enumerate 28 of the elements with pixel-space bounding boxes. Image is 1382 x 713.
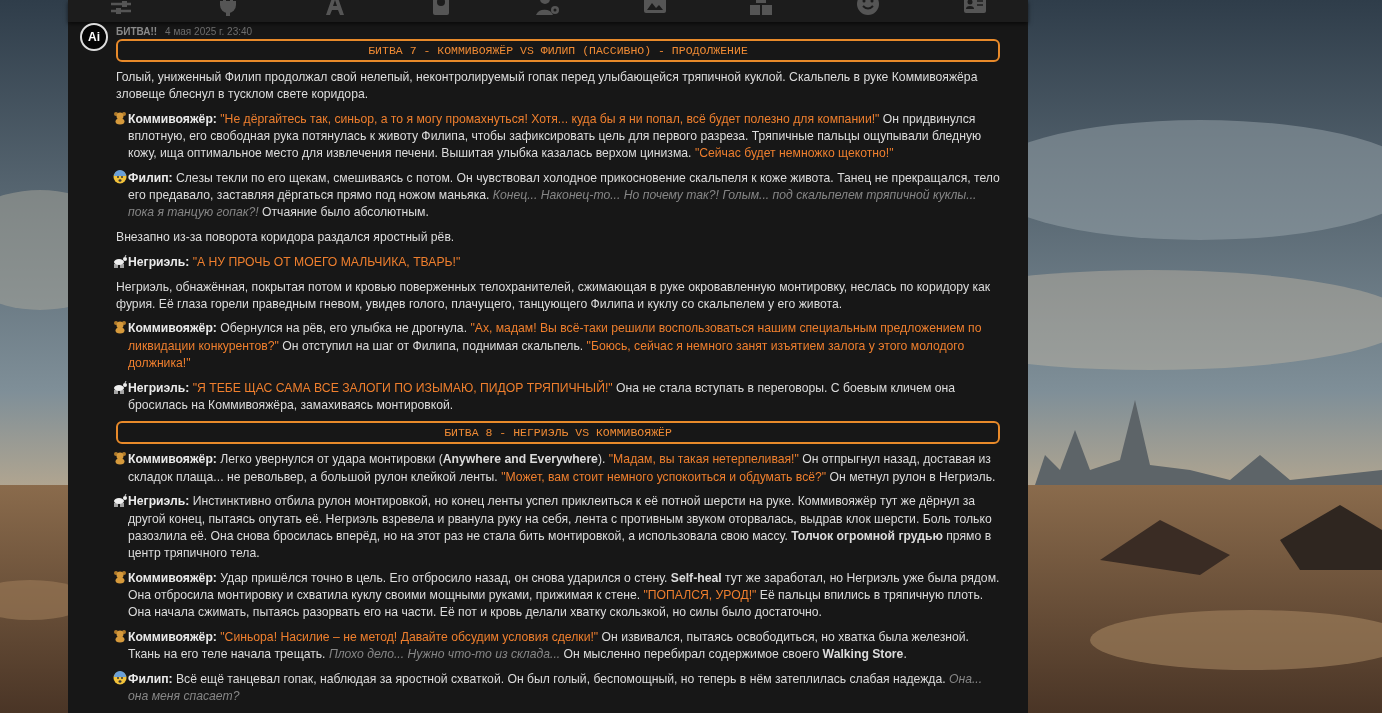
narration-text: Внезапно из-за поворота коридора раздался яростный рёв. — [116, 230, 455, 245]
scared-face-icon — [113, 670, 127, 685]
teddy-bear-icon — [113, 628, 127, 643]
avatar[interactable]: Ai — [80, 23, 108, 51]
teddy-bear-icon — [113, 110, 127, 125]
battle-heading: БИТВА 7 - КОММИВОЯЖЁР VS ФИЛИП (ПАССИВНО) - ПРОДОЛЖЕНИЕ — [116, 39, 1000, 62]
dialogue-text: Негриэль: "Я ТЕБЕ ЩАС САМА ВСЕ ЗАЛОГИ ПО ИЗЫМАЮ, ПИДОР ТРЯПИЧНЫЙ!" Она не стала вступать в переговоры. С боевым кличем она бросилась на Коммивояжёра, замахиваясь монтировкой. — [128, 380, 955, 412]
dialogue-text: Негриэль: Инстинктивно отбила рулон монтировкой, но конец ленты успел приклеиться к её потной шерсти на руке. Коммивояжёр тут же дёрнул за другой конец, пытаясь опутать её. Негриэль взревела и рванула руку на себя, лента с противным звуком оторвалась, выдрав клок шерсти. Боль только разозлила её. Она снова бросилась вперёд, но на этот раз не стала бить монтировкой, а использовала свою массу. Толчок огромной грудью прямо в центр тряпичного тела. — [128, 494, 992, 560]
dialogue-text: Коммивояжёр: "Синьора! Насилие – не метод! Давайте обсудим условия сделки!" Он извивался, пытаясь освободиться, но хватка была железной. Ткань на его теле начала трещать. Плохо дело... Нужно что-то из склада... Он мысленно перебирал содержимое своего Walking Store. — [128, 629, 969, 661]
dialogue-text: Негриэль: "А НУ ПРОЧЬ ОТ МОЕГО МАЛЬЧИКА, ТВАРЬ!" — [128, 254, 461, 269]
dialogue-text: Коммивояжёр: Обернулся на рёв, его улыбка не дрогнула. "Ах, мадам! Вы всё-таки решили воспользоваться нашим специальным предложением по ликвидации конкурентов?" Он отступил на шаг от Филипа, поднимая скальпель. "Боюсь, сейчас я немного занят изъятием залога у этого молодого должника!" — [128, 321, 982, 370]
goat-icon — [113, 253, 127, 268]
teddy-bear-icon — [113, 320, 127, 335]
battle-heading: БИТВА 8 - НЕГРИЭЛЬ VS КОММИВОЯЖЁР — [116, 421, 1000, 445]
narration-text: Голый, униженный Филип продолжал свой нелепый, неконтролируемый гопак перед улыбающейся тряпичной куклой. Скальпель в руке Коммивояжёра зловеще блеснул в тусклом свете коридора. — [116, 70, 978, 102]
scared-face-icon — [113, 170, 127, 184]
dialogue-text: Коммивояжёр: Легко увернулся от удара монтировки (Anywhere and Everywhere). "Мадам, вы такая нетерпеливая!" Он отпрыгнул назад, доставая из складок плаща... не револьвер, а большой рулон клейкой ленты. "Может, вам стоит немного успокоиться и обдумать всё?" Он метнул рулон в Негриэль. — [128, 452, 996, 484]
narration-text: Негриэль, обнажённая, покрытая потом и кровью поверженных телохранителей, сжимающая в руке окровавленную монтировку, неслась по коридору как фурия. Её глаза горели праведным гневом, увидев голого, плачущего, танцующего Филипа и куклу со скальпелем у его живота. — [116, 279, 991, 311]
dialogue-text: Коммивояжёр: Удар пришёлся точно в цель. Его отбросило назад, он снова ударился о стену. Self-heal тут же заработал, но Негриэль уже была рядом. Она отбросила монтировку и схватила куклу своими мощными руками, прижимая к стене. "ПОПАЛСЯ, УРОД!" Её пальцы впились в тряпичную плоть. Она начала сжимать, пытаясь разорвать его на части. Её пот и кровь делали хватку скользкой, но силы было достаточно. — [128, 570, 1000, 620]
goat-icon — [113, 493, 127, 508]
dialogue-text: Коммивояжёр: "Не дёргайтесь так, синьор, а то я могу промахнуться! Хотя... куда бы я ни попал, всё будет полезно для компании!" Он придвинулся вплотную, его свободная рука потянулась к животу Филипа, чтобы зафиксировать цель для первого разреза. Тряпичные пальцы ощупывали бледную кожу, ища оптимальное место для извлечения печени. Вышитая улыбка казалась верхом цинизма. "Сейчас будет немножко щекотно!" — [128, 111, 982, 161]
message-date: 4 мая 2025 г. 23:40 — [165, 26, 253, 38]
teddy-bear-icon — [113, 451, 127, 466]
dialogue-text: Филип: Слезы текли по его щекам, смешиваясь с потом. Он чувствовал холодное прикосновение скальпеля к коже живота. Танец не прекращался, тело его предавало, заставляя дёргаться прямо под ножом маньяка. Конец... Наконец-то... Но почему так?! Голым... под скальпелем тряпичной куклы... пока я танцую гопак?! Отчаяние было абсолютным. — [128, 171, 1000, 220]
goat-icon — [113, 379, 127, 394]
teddy-bear-icon — [113, 569, 127, 584]
character-name: БИТВА!! — [116, 26, 158, 38]
dialogue-text: Филип: Всё ещё танцевал гопак, наблюдая за яростной схваткой. Он был голый, беспомощный, но теперь в нём затеплилась слабая надежда. Она... она меня спасает? — [128, 671, 983, 703]
